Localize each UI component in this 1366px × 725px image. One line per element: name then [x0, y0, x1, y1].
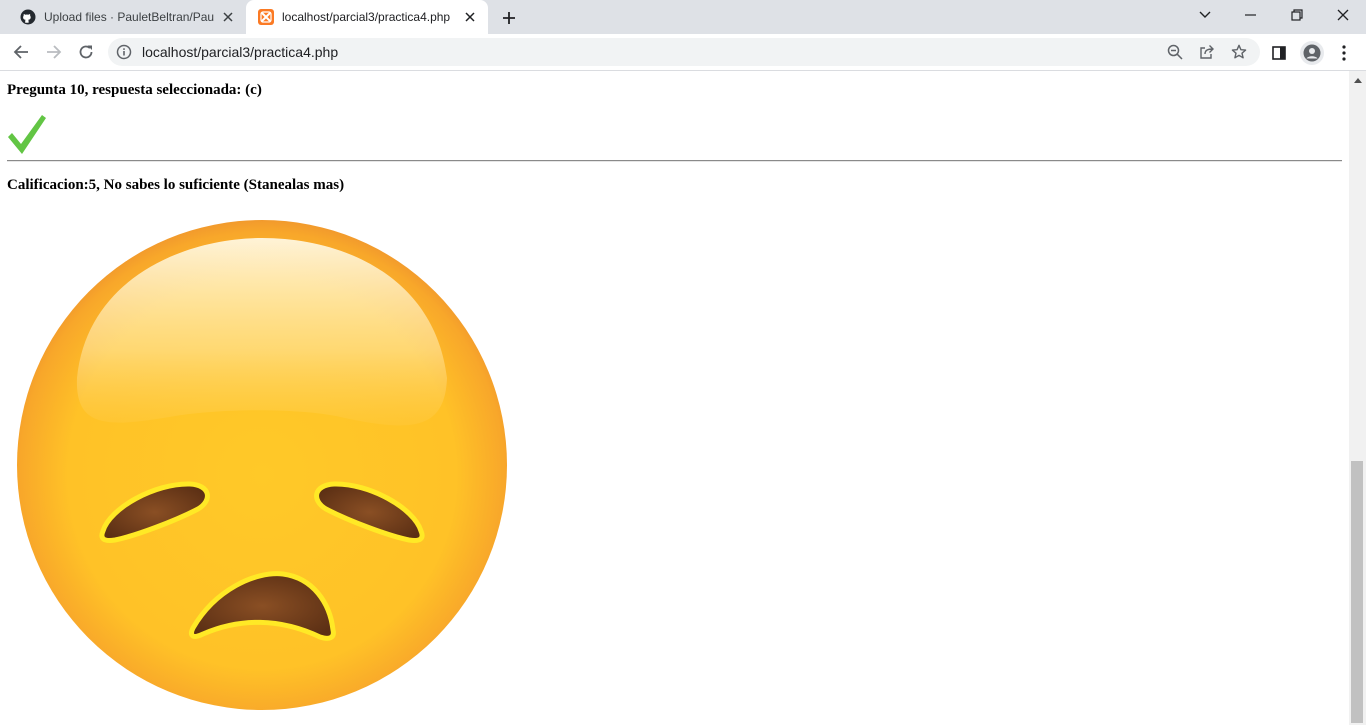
url-text: localhost/parcial3/practica4.php — [142, 44, 339, 60]
scrollbar-thumb[interactable] — [1351, 461, 1363, 723]
reload-icon[interactable] — [72, 38, 100, 66]
close-tab-icon[interactable] — [220, 9, 236, 25]
tab-title: Upload files · PauletBeltran/Paule — [44, 10, 214, 24]
more-menu-icon[interactable] — [1336, 42, 1352, 64]
tab-title: localhost/parcial3/practica4.php — [282, 10, 451, 24]
restore-icon[interactable] — [1274, 0, 1320, 30]
scroll-up-arrow-icon[interactable] — [1349, 71, 1366, 88]
browser-toolbar: localhost/parcial3/practica4.php — [0, 34, 1366, 71]
vertical-scrollbar[interactable] — [1349, 71, 1366, 725]
tab-localhost-practica4[interactable]: localhost/parcial3/practica4.php — [246, 0, 488, 34]
disappointed-face-emoji-icon — [17, 220, 507, 710]
close-tab-icon[interactable] — [462, 9, 478, 25]
tab-search-icon[interactable] — [1182, 0, 1228, 30]
new-tab-button[interactable] — [498, 7, 520, 29]
github-icon — [20, 9, 36, 25]
tab-strip: Upload files · PauletBeltran/Paule local… — [0, 0, 1366, 34]
zoom-icon[interactable] — [1166, 43, 1184, 61]
green-checkmark-icon — [8, 115, 46, 154]
grade-text: Calificacion:5, No sabes lo suficiente (… — [7, 177, 345, 193]
xampp-icon — [258, 9, 274, 25]
site-info-icon[interactable] — [116, 44, 132, 60]
forward-icon[interactable] — [40, 38, 68, 66]
bookmark-star-icon[interactable] — [1230, 43, 1248, 61]
question-result-text: Pregunta 10, respuesta seleccionada: (c) — [7, 82, 262, 98]
minimize-icon[interactable] — [1228, 0, 1274, 30]
page-content: Pregunta 10, respuesta seleccionada: (c)… — [0, 71, 1349, 725]
share-icon[interactable] — [1198, 43, 1216, 61]
divider — [7, 160, 1342, 162]
close-window-icon[interactable] — [1320, 0, 1366, 30]
profile-avatar-icon[interactable] — [1300, 41, 1324, 65]
tab-github-upload[interactable]: Upload files · PauletBeltran/Paule — [8, 0, 246, 34]
address-bar[interactable]: localhost/parcial3/practica4.php — [108, 38, 1260, 66]
side-panel-icon[interactable] — [1268, 42, 1290, 64]
back-icon[interactable] — [7, 38, 35, 66]
